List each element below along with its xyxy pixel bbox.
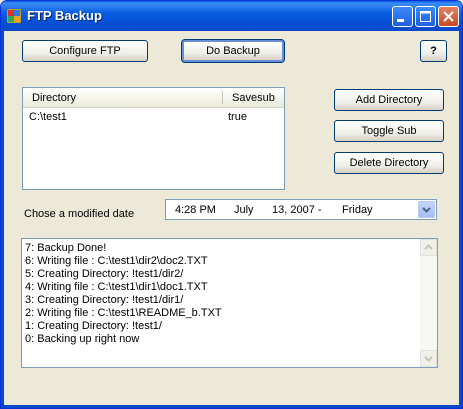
- savesub-cell: true: [228, 111, 247, 123]
- log-line: 7: Backup Done!: [25, 242, 107, 254]
- directory-cell: C:\test1: [29, 111, 67, 123]
- scroll-up-icon: [424, 244, 433, 250]
- close-icon: [443, 11, 454, 22]
- modified-date-picker[interactable]: 4:28 PM July 13, 2007 - Friday: [165, 199, 437, 220]
- log-line: 5: Creating Directory: !test1/dir2/: [25, 268, 184, 280]
- delete-directory-button[interactable]: Delete Directory: [334, 152, 444, 174]
- window-frame-bottom: [1, 405, 462, 408]
- chevron-down-icon: [422, 207, 431, 213]
- close-button[interactable]: [438, 6, 459, 27]
- directory-list[interactable]: Directory Savesub C:\test1 true: [22, 87, 285, 190]
- scroll-up-button[interactable]: [420, 239, 437, 256]
- column-header-savesub[interactable]: Savesub: [232, 92, 275, 104]
- date-weekday-field: Friday: [342, 204, 373, 216]
- ftp-backup-window: FTP Backup Configure FTP Do Backup ? Dir…: [0, 0, 463, 409]
- date-dropdown-button[interactable]: [418, 201, 435, 218]
- log-line: 1: Creating Directory: !test1/: [25, 320, 162, 332]
- window-title: FTP Backup: [27, 8, 102, 23]
- help-label: ?: [430, 45, 437, 57]
- do-backup-label: Do Backup: [206, 45, 260, 57]
- maximize-button[interactable]: [415, 6, 436, 27]
- date-time-field[interactable]: 4:28 PM: [175, 204, 216, 216]
- configure-ftp-label: Configure FTP: [49, 45, 121, 57]
- minimize-icon: [397, 19, 404, 22]
- date-day-year-field[interactable]: 13, 2007 -: [272, 204, 322, 216]
- log-line: 2: Writing file : C:\test1\README_b.TXT: [25, 307, 222, 319]
- scroll-down-button[interactable]: [420, 350, 437, 367]
- log-line: 4: Writing file : C:\test1\dir1\doc1.TXT: [25, 281, 208, 293]
- log-scrollbar[interactable]: [420, 239, 437, 367]
- modified-date-label: Chose a modified date: [24, 208, 135, 220]
- delete-directory-label: Delete Directory: [349, 157, 429, 169]
- toggle-sub-label: Toggle Sub: [361, 125, 417, 137]
- help-button[interactable]: ?: [420, 40, 447, 62]
- minimize-button[interactable]: [392, 6, 413, 27]
- window-frame-right: [459, 31, 462, 408]
- add-directory-label: Add Directory: [355, 94, 423, 106]
- window-frame-left: [1, 31, 4, 408]
- do-backup-button[interactable]: Do Backup: [181, 39, 285, 63]
- scroll-down-icon: [424, 356, 433, 362]
- ftp-app-icon: [7, 9, 21, 23]
- log-line: 3: Creating Directory: !test1/dir1/: [25, 294, 184, 306]
- toggle-sub-button[interactable]: Toggle Sub: [334, 120, 444, 142]
- title-bar[interactable]: FTP Backup: [1, 1, 462, 31]
- column-header-directory[interactable]: Directory: [32, 92, 76, 104]
- maximize-icon: [420, 11, 431, 22]
- add-directory-button[interactable]: Add Directory: [334, 89, 444, 111]
- column-separator[interactable]: [222, 91, 223, 104]
- log-output[interactable]: 7: Backup Done! 6: Writing file : C:\tes…: [21, 238, 438, 368]
- date-month-field[interactable]: July: [234, 204, 254, 216]
- directory-list-header: Directory Savesub: [23, 88, 284, 108]
- configure-ftp-button[interactable]: Configure FTP: [22, 40, 148, 62]
- log-line: 6: Writing file : C:\test1\dir2\doc2.TXT: [25, 255, 208, 267]
- log-line: 0: Backing up right now: [25, 333, 140, 345]
